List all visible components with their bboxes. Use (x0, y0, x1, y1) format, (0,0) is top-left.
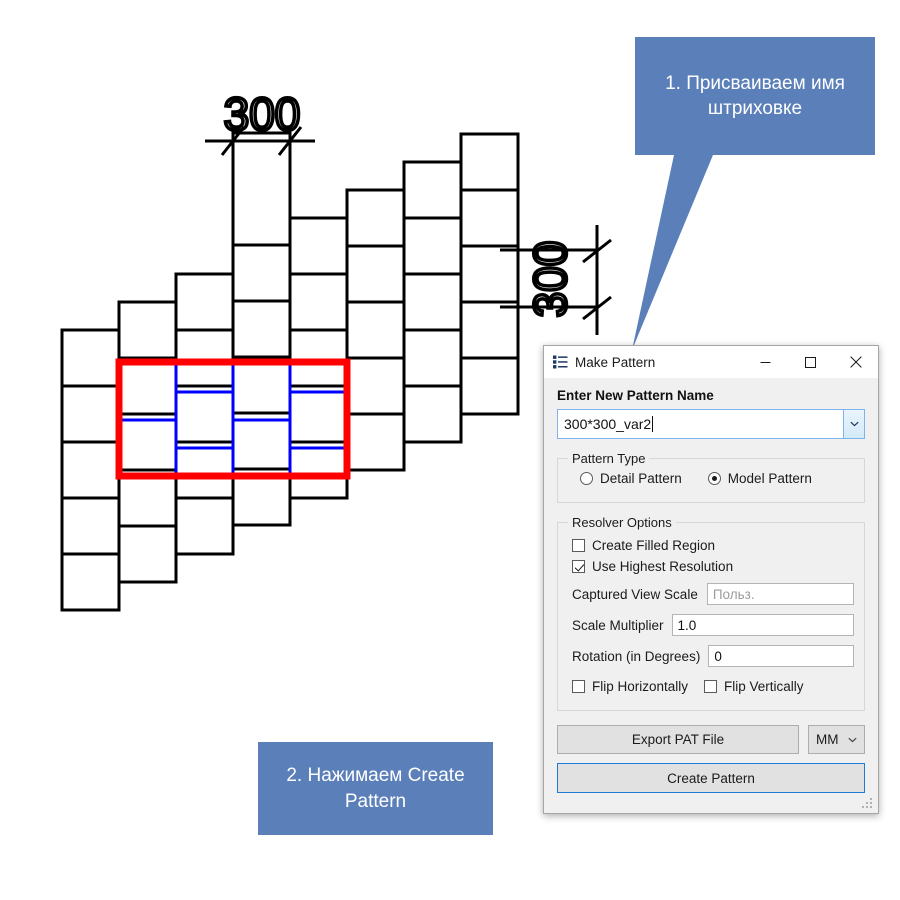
resize-grip[interactable] (861, 797, 874, 810)
callout-annotation-1: 1. Присваиваем имя штриховке (635, 37, 875, 155)
minimize-icon (760, 361, 771, 363)
callout-annotation-2: 2. Нажимаем Create Pattern (258, 742, 493, 835)
units-value: MM (816, 732, 839, 747)
radio-model-pattern-mark (707, 472, 721, 485)
scale-multiplier-label: Scale Multiplier (572, 617, 664, 633)
callout-1-text: 1. Присваиваем имя штриховке (665, 72, 845, 119)
captured-view-scale-input[interactable]: Польз. (706, 583, 854, 605)
list-icon (553, 355, 568, 369)
checkbox-create-filled-region[interactable]: Create Filled Region (568, 538, 854, 553)
captured-view-scale-label: Captured View Scale (572, 586, 698, 602)
checkbox-flip-horizontally[interactable]: Flip Horizontally (572, 679, 688, 694)
make-pattern-dialog: Make Pattern Enter New Pattern Name 300*… (543, 345, 879, 814)
row-captured-view-scale: Captured View Scale Польз. (568, 583, 854, 605)
row-scale-multiplier: Scale Multiplier 1.0 (568, 614, 854, 636)
checkbox-create-filled-region-mark (572, 539, 585, 552)
radio-detail-pattern-label: Detail Pattern (600, 471, 682, 486)
checkbox-flip-vertically-label: Flip Vertically (724, 679, 804, 694)
pattern-name-dropdown-button[interactable] (843, 410, 864, 438)
create-pattern-label: Create Pattern (667, 770, 755, 786)
pattern-name-combobox[interactable]: 300*300_var2 (557, 409, 865, 439)
action-button-row: Export PAT File MM (557, 725, 865, 754)
rotation-input[interactable]: 0 (708, 645, 854, 667)
pattern-type-legend: Pattern Type (572, 451, 646, 466)
checkbox-flip-horizontally-mark (572, 680, 585, 693)
row-rotation: Rotation (in Degrees) 0 (568, 645, 854, 667)
pattern-highlight-lines (119, 362, 347, 476)
window-controls (743, 346, 878, 378)
radio-model-pattern[interactable]: Model Pattern (707, 471, 812, 486)
dialog-titlebar[interactable]: Make Pattern (544, 346, 878, 378)
rotation-label: Rotation (in Degrees) (572, 648, 701, 664)
radio-detail-pattern[interactable]: Detail Pattern (580, 471, 682, 486)
checkbox-flip-vertically-mark (704, 680, 718, 693)
units-dropdown-button[interactable]: MM (808, 725, 865, 754)
dialog-body: Enter New Pattern Name 300*300_var2 Patt… (544, 388, 878, 793)
pattern-name-label: Enter New Pattern Name (557, 388, 714, 403)
flip-options: Flip Horizontally Flip Vertically (568, 679, 854, 694)
text-caret (652, 416, 654, 432)
create-pattern-button[interactable]: Create Pattern (557, 763, 865, 793)
resolver-options-legend: Resolver Options (572, 515, 672, 530)
pattern-type-group: Pattern Type Detail Pattern Model Patter… (557, 451, 865, 503)
pattern-name-value: 300*300_var2 (564, 416, 652, 432)
checkbox-use-highest-resolution-label: Use Highest Resolution (592, 559, 734, 574)
scale-multiplier-input[interactable]: 1.0 (671, 614, 854, 636)
checkbox-use-highest-resolution-mark (572, 560, 585, 573)
chevron-down-icon (849, 421, 859, 427)
close-icon (849, 356, 862, 368)
checkbox-flip-horizontally-label: Flip Horizontally (592, 679, 689, 694)
radio-detail-pattern-mark (580, 472, 593, 485)
checkbox-use-highest-resolution[interactable]: Use Highest Resolution (568, 559, 854, 574)
dimension-horizontal (205, 126, 315, 250)
checkbox-create-filled-region-label: Create Filled Region (592, 538, 716, 553)
maximize-icon (805, 356, 816, 368)
maximize-button[interactable] (788, 346, 833, 378)
export-pat-file-label: Export PAT File (631, 732, 725, 747)
radio-model-pattern-label: Model Pattern (727, 471, 812, 486)
minimize-button[interactable] (743, 346, 788, 378)
callout-2-text: 2. Нажимаем Create Pattern (286, 765, 465, 812)
checkbox-flip-vertically[interactable]: Flip Vertically (704, 679, 804, 694)
export-pat-file-button[interactable]: Export PAT File (557, 725, 799, 754)
resolver-options-group: Resolver Options Create Filled Region Us… (557, 515, 865, 711)
pattern-name-input[interactable]: 300*300_var2 (558, 416, 843, 432)
close-button[interactable] (833, 346, 878, 378)
pattern-type-options: Detail Pattern Model Pattern (568, 471, 854, 486)
dialog-title: Make Pattern (575, 354, 656, 370)
chevron-down-icon (848, 737, 857, 742)
